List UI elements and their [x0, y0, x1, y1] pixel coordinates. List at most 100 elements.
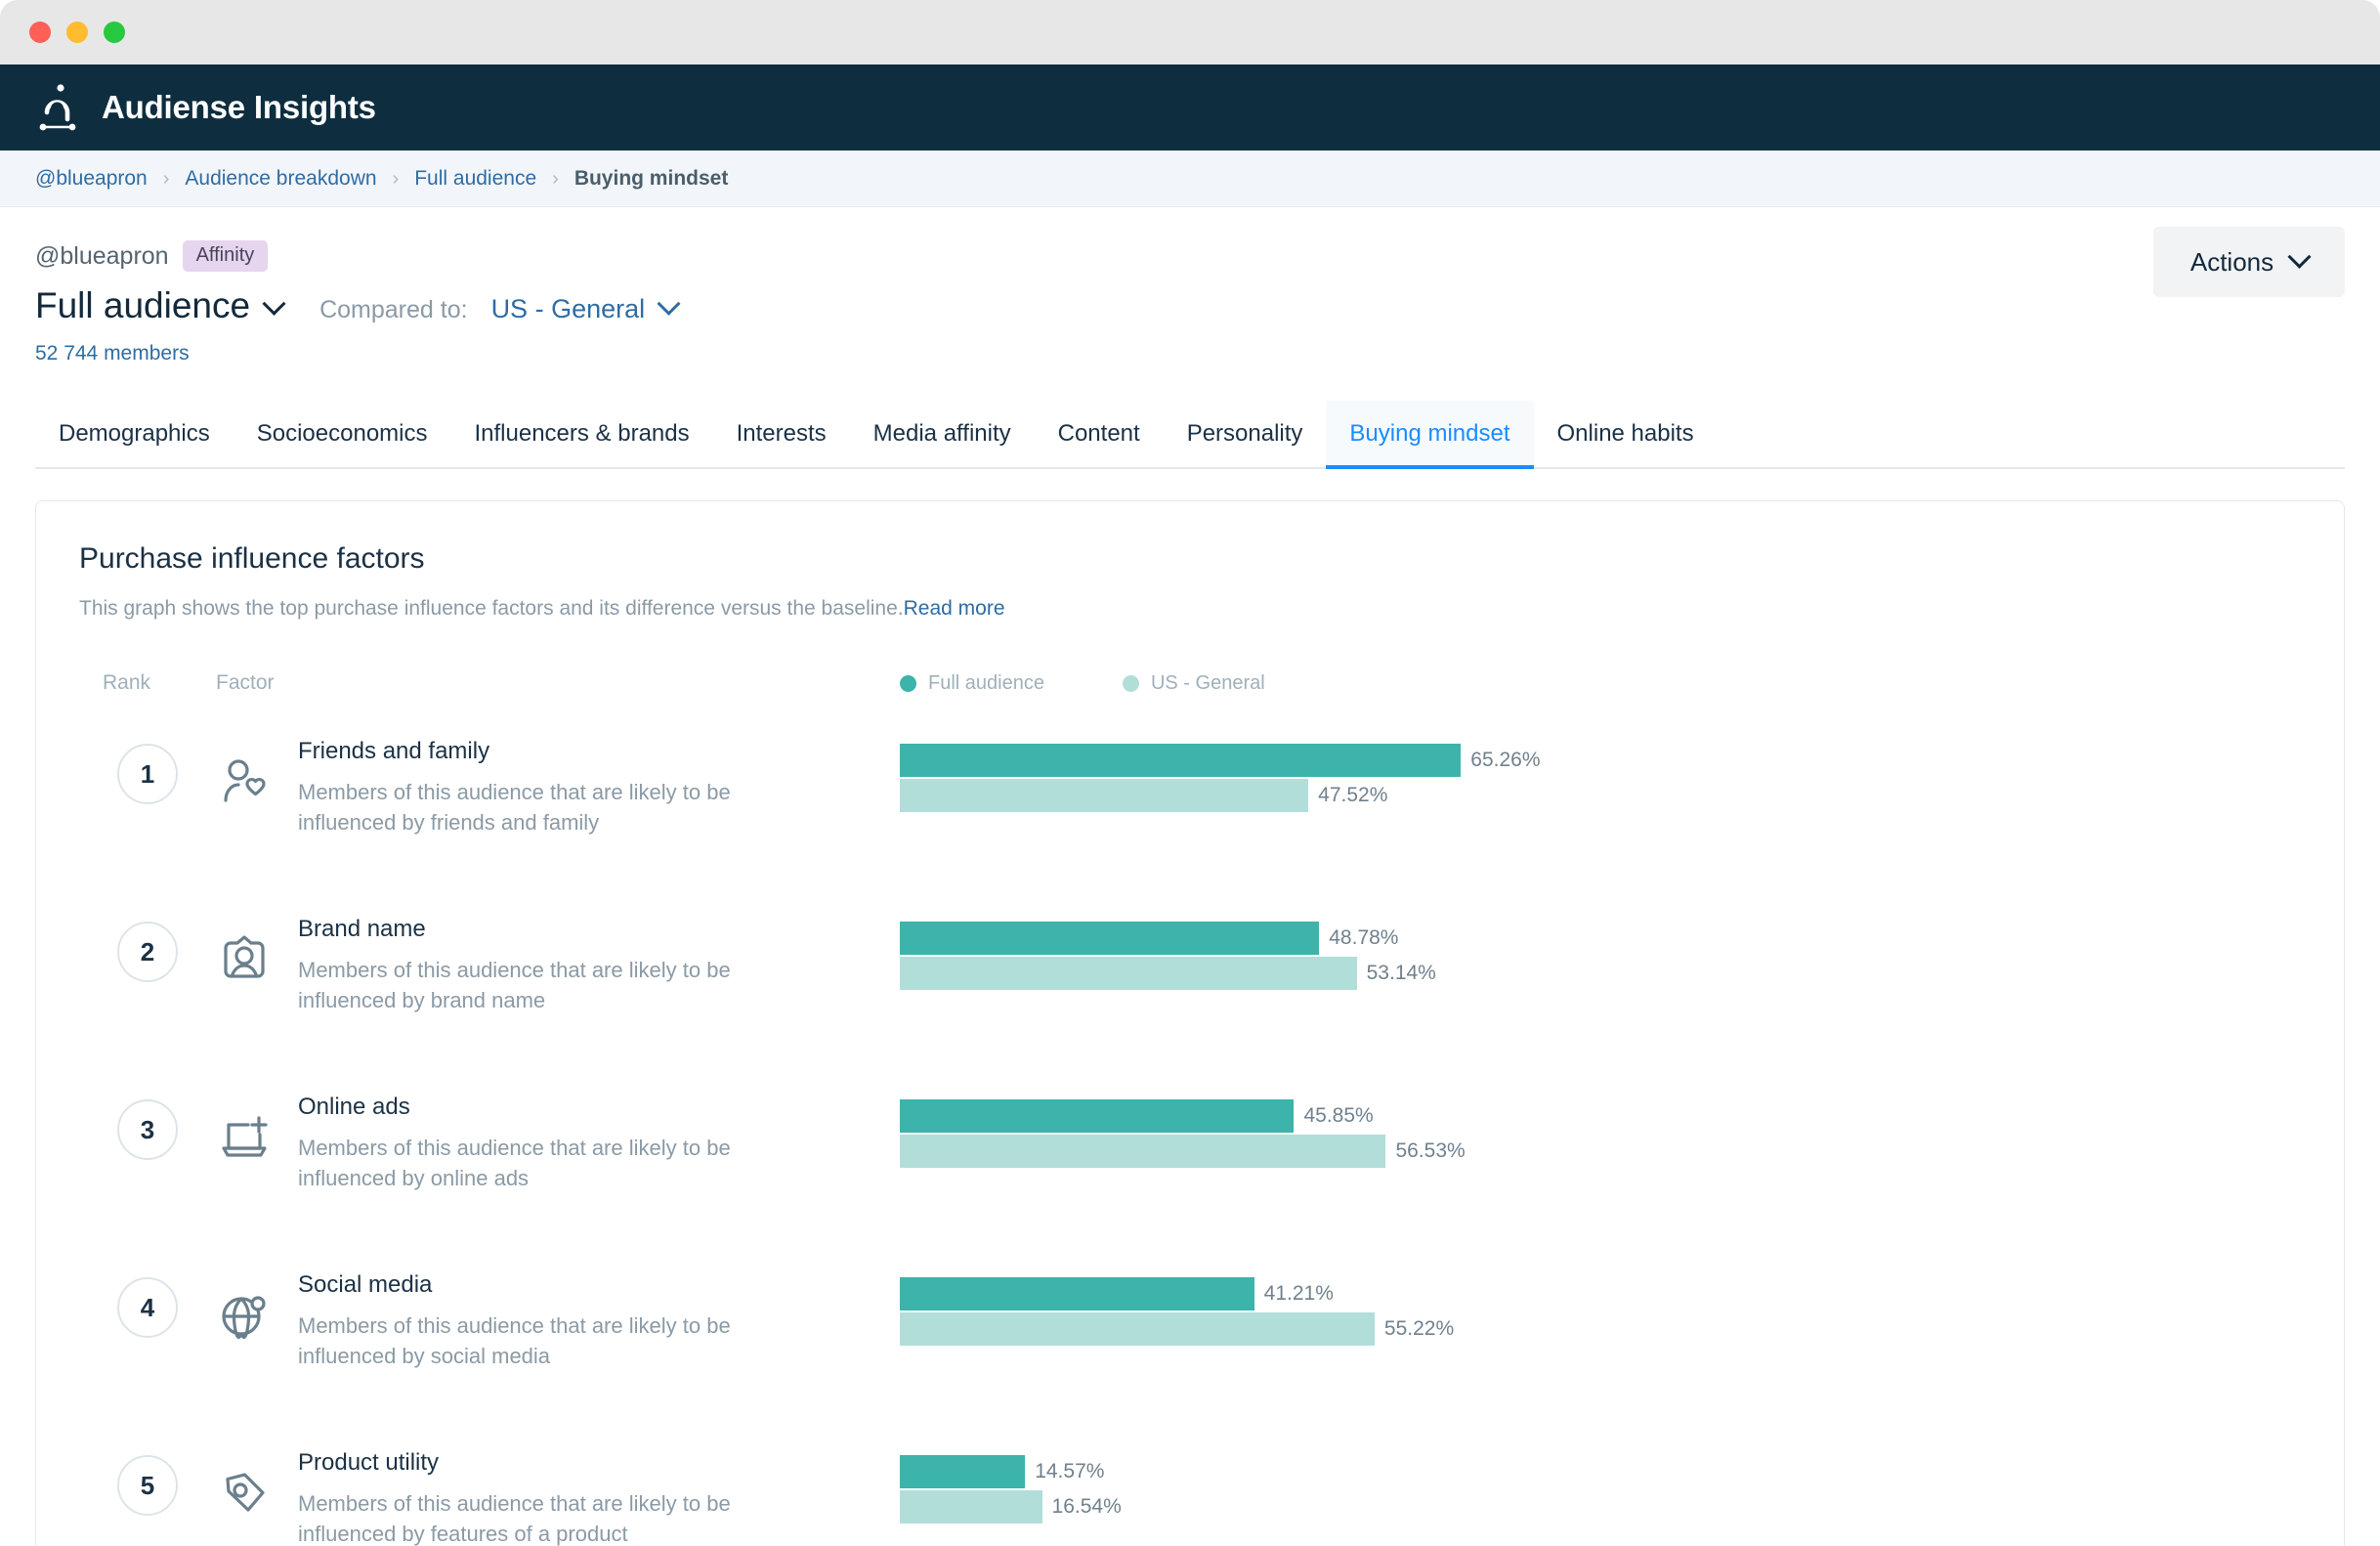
maximize-window-button[interactable]: [104, 21, 125, 43]
factor-name: Brand name: [298, 916, 426, 942]
bar-line-primary: 45.85%: [900, 1099, 2301, 1133]
tab-content[interactable]: Content: [1035, 401, 1164, 467]
audience-chevron-down-icon[interactable]: [262, 291, 286, 316]
factor-description: Members of this audience that are likely…: [298, 1136, 731, 1191]
bar-full-audience: [900, 744, 1462, 777]
account-handle: @blueapron: [35, 241, 169, 270]
app-header: Audiense Insights: [0, 64, 2380, 150]
read-more-link[interactable]: Read more: [904, 597, 1005, 620]
bar-line-secondary: 47.52%: [900, 779, 2301, 812]
handle-row: @blueapron Affinity: [35, 240, 2345, 272]
tab-buying-mindset[interactable]: Buying mindset: [1326, 401, 1534, 469]
table-row: 3 Online ads Members of this audience th…: [79, 1084, 2301, 1228]
bar-line-primary: 14.57%: [900, 1455, 2301, 1488]
legend-dot-icon: [1122, 674, 1139, 692]
close-window-button[interactable]: [29, 21, 51, 43]
tab-personality[interactable]: Personality: [1164, 401, 1327, 467]
globe-network-icon: [216, 1271, 273, 1371]
factor-cell: Product utility Members of this audience…: [216, 1439, 900, 1546]
chart-legend: Full audience US - General: [900, 672, 2301, 695]
bar-us-general: [900, 1312, 1375, 1346]
tab-socioeconomics[interactable]: Socioeconomics: [234, 401, 451, 467]
factor-description: Members of this audience that are likely…: [298, 780, 731, 836]
card-description: This graph shows the top purchase influe…: [79, 597, 2301, 621]
bar-value-us-general: 47.52%: [1318, 784, 1388, 806]
factor-description: Members of this audience that are likely…: [298, 1491, 731, 1546]
factor-text: Social media Members of this audience th…: [298, 1271, 900, 1371]
bar-value-us-general: 56.53%: [1395, 1139, 1466, 1162]
tab-influencers-brands[interactable]: Influencers & brands: [450, 401, 712, 467]
breadcrumb-item-audience-breakdown[interactable]: Audience breakdown: [185, 167, 376, 191]
factor-cell: Friends and family Members of this audie…: [216, 728, 900, 837]
bar-line-secondary: 53.14%: [900, 957, 2301, 990]
tab-online-habits[interactable]: Online habits: [1534, 401, 1718, 467]
members-count[interactable]: 52 744 members: [35, 342, 2345, 365]
breadcrumb: @blueapron › Audience breakdown › Full a…: [0, 150, 2380, 207]
factor-cell: Online ads Members of this audience that…: [216, 1084, 900, 1193]
audiense-a-logo-icon: [37, 83, 80, 132]
factor-description: Members of this audience that are likely…: [298, 1313, 731, 1369]
card-description-text: This graph shows the top purchase influe…: [79, 597, 904, 620]
rank-badge: 5: [117, 1455, 178, 1516]
compared-to-value[interactable]: US - General: [491, 294, 646, 324]
factor-text: Product utility Members of this audience…: [298, 1449, 900, 1546]
tab-interests[interactable]: Interests: [713, 401, 850, 467]
legend-item-us-general: US - General: [1122, 671, 1265, 695]
rank-cell: 3: [79, 1084, 216, 1160]
legend-dot-icon: [900, 674, 916, 692]
bar-value-full-audience: 41.21%: [1263, 1282, 1334, 1305]
compared-to-chevron-down-icon[interactable]: [657, 291, 681, 316]
table-row: 2 Brand name Members of this audience th…: [79, 906, 2301, 1051]
rank-badge: 2: [117, 922, 178, 982]
rank-badge: 1: [117, 744, 178, 804]
affinity-badge: Affinity: [182, 240, 269, 272]
breadcrumb-item-buying-mindset: Buying mindset: [574, 166, 729, 190]
minimize-window-button[interactable]: [66, 21, 88, 43]
actions-button[interactable]: Actions: [2153, 227, 2345, 297]
bar-us-general: [900, 957, 1357, 990]
bar-us-general: [900, 1135, 1386, 1168]
bar-us-general: [900, 779, 1309, 812]
rank-badge: 3: [117, 1099, 178, 1160]
bar-full-audience: [900, 1099, 1295, 1133]
legend-label-us-general: US - General: [1150, 671, 1265, 694]
page-title: Full audience: [35, 285, 251, 325]
breadcrumb-item-handle[interactable]: @blueapron: [35, 167, 148, 191]
factor-name: Social media: [298, 1271, 433, 1298]
rank-cell: 2: [79, 906, 216, 982]
breadcrumb-separator-icon: ›: [162, 167, 170, 190]
card-title: Purchase influence factors: [79, 542, 425, 575]
bars-cell: 41.21% 55.22%: [900, 1262, 2301, 1346]
factor-description: Members of this audience that are likely…: [298, 958, 731, 1013]
breadcrumb-item-full-audience[interactable]: Full audience: [414, 167, 536, 191]
rank-cell: 4: [79, 1262, 216, 1338]
factor-cell: Social media Members of this audience th…: [216, 1262, 900, 1371]
bar-us-general: [900, 1490, 1042, 1524]
bar-full-audience: [900, 1455, 1026, 1488]
actions-button-label: Actions: [2189, 246, 2274, 277]
factor-name: Online ads: [298, 1094, 410, 1120]
bar-full-audience: [900, 922, 1320, 955]
tab-demographics[interactable]: Demographics: [35, 401, 234, 467]
bars-cell: 65.26% 47.52%: [900, 728, 2301, 812]
bar-value-us-general: 16.54%: [1051, 1495, 1122, 1518]
factor-text: Friends and family Members of this audie…: [298, 738, 900, 837]
app-window: Audiense Insights @blueapron › Audience …: [0, 0, 2380, 1546]
tab-media-affinity[interactable]: Media affinity: [850, 401, 1035, 467]
bar-value-us-general: 53.14%: [1366, 962, 1436, 984]
factor-name: Friends and family: [298, 738, 490, 764]
legend-item-full-audience: Full audience: [900, 672, 1044, 695]
bars-cell: 14.57% 16.54%: [900, 1439, 2301, 1524]
actions-chevron-down-icon: [2287, 244, 2312, 269]
bar-line-secondary: 56.53%: [900, 1135, 2301, 1168]
bar-value-full-audience: 14.57%: [1035, 1460, 1105, 1482]
window-titlebar: [0, 0, 2380, 64]
factor-text: Brand name Members of this audience that…: [298, 916, 900, 1015]
bar-value-full-audience: 45.85%: [1303, 1104, 1374, 1127]
app-title: Audiense Insights: [102, 89, 376, 125]
bar-line-secondary: 55.22%: [900, 1312, 2301, 1346]
rank-cell: 5: [79, 1439, 216, 1516]
table-row: 1 Friends and family Members of this aud…: [79, 728, 2301, 873]
breadcrumb-separator-icon: ›: [552, 167, 559, 190]
bars-cell: 48.78% 53.14%: [900, 906, 2301, 990]
